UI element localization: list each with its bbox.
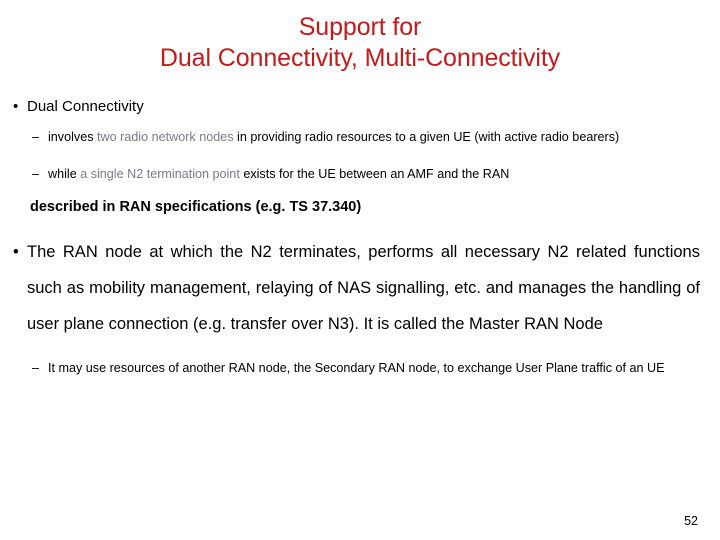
- sub-bullet-1-prefix: involves: [48, 130, 97, 144]
- sub-bullet-2-suffix: exists for the UE between an AMF and the…: [239, 167, 510, 181]
- slide-body: • Dual Connectivity – involves two radio …: [0, 97, 720, 382]
- slide-title: Support for Dual Connectivity, Multi-Con…: [0, 12, 720, 74]
- sub-bullet-involves-nodes: – involves two radio network nodes in pro…: [0, 123, 720, 151]
- dash-bullet-icon: –: [32, 130, 40, 144]
- bullet-dot-icon: •: [13, 243, 19, 261]
- spacer-before-sub3: [0, 342, 720, 354]
- sub-bullet-2-highlight: a single N2 termination point: [80, 167, 240, 181]
- bullet-dot-icon: •: [13, 98, 19, 115]
- sub-bullet-2-prefix: while: [48, 167, 81, 181]
- bullet-dual-connectivity-label: Dual Connectivity: [27, 98, 144, 115]
- title-line-1: Support for: [298, 13, 422, 41]
- master-ran-node-paragraph: The RAN node at which the N2 terminates,…: [27, 243, 700, 333]
- bullet-master-ran-node: • The RAN node at which the N2 terminates…: [0, 234, 720, 342]
- slide-canvas: Support for Dual Connectivity, Multi-Con…: [0, 0, 720, 540]
- spacer-after-sub1: [0, 151, 720, 161]
- sub-bullet-1-suffix: in providing radio resources to a given …: [233, 130, 620, 144]
- spacer-before-main-para: [0, 218, 720, 234]
- sub-bullet-n2-termination: – while a single N2 termination point exi…: [0, 161, 720, 188]
- dash-bullet-icon: –: [32, 167, 40, 181]
- bullet-dual-connectivity: • Dual Connectivity: [0, 97, 720, 117]
- sub-bullet-secondary-ran-node: – It may use resources of another RAN nod…: [0, 354, 720, 382]
- page-number: 52: [684, 514, 698, 528]
- dash-bullet-icon: –: [32, 361, 40, 375]
- sub-bullet-3-text: It may use resources of another RAN node…: [48, 361, 665, 375]
- ran-specifications-note: described in RAN specifications (e.g. TS…: [30, 199, 362, 215]
- sub-bullet-1-highlight: two radio network nodes: [97, 130, 234, 144]
- title-line-2: Dual Connectivity, Multi-Connectivity: [159, 44, 561, 72]
